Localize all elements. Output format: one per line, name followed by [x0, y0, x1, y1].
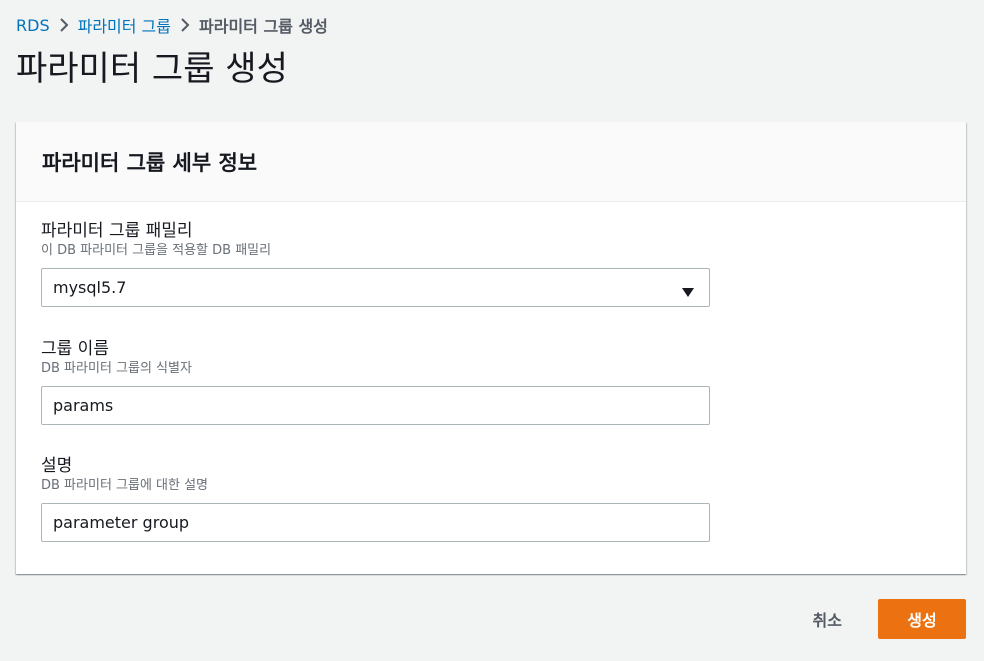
description-input[interactable] — [41, 503, 710, 542]
form-actions: 취소 생성 — [795, 599, 966, 639]
family-field: 파라미터 그룹 패밀리 이 DB 파라미터 그룹을 적용할 DB 패밀리 mys… — [41, 220, 710, 307]
create-button[interactable]: 생성 — [878, 599, 966, 639]
family-select-value: mysql5.7 — [53, 278, 127, 297]
family-label: 파라미터 그룹 패밀리 — [41, 221, 193, 241]
group-name-description: DB 파라미터 그룹의 식별자 — [41, 361, 192, 376]
cancel-button[interactable]: 취소 — [795, 600, 860, 639]
breadcrumb-link-rds[interactable]: RDS — [16, 16, 50, 35]
page-title: 파라미터 그룹 생성 — [16, 49, 288, 89]
group-name-input[interactable] — [41, 386, 710, 425]
description-field: 설명 DB 파라미터 그룹에 대한 설명 — [41, 455, 710, 542]
breadcrumb-current: 파라미터 그룹 생성 — [199, 17, 328, 36]
family-select[interactable]: mysql5.7 — [41, 268, 710, 307]
description-label: 설명 — [41, 456, 73, 476]
chevron-right-icon — [50, 17, 78, 33]
description-description: DB 파라미터 그룹에 대한 설명 — [41, 478, 209, 493]
breadcrumb-link-parameter-groups[interactable]: 파라미터 그룹 — [78, 13, 171, 37]
caret-down-icon — [682, 283, 694, 302]
parameter-group-details-panel: 파라미터 그룹 세부 정보 파라미터 그룹 패밀리 이 DB 파라미터 그룹을 … — [16, 122, 966, 574]
group-name-label: 그룹 이름 — [41, 339, 109, 359]
chevron-right-icon — [171, 17, 199, 33]
group-name-field: 그룹 이름 DB 파라미터 그룹의 식별자 — [41, 338, 710, 425]
breadcrumb: RDS 파라미터 그룹 파라미터 그룹 생성 — [16, 12, 328, 38]
family-description: 이 DB 파라미터 그룹을 적용할 DB 패밀리 — [41, 243, 272, 258]
panel-header: 파라미터 그룹 세부 정보 — [16, 122, 966, 202]
panel-title: 파라미터 그룹 세부 정보 — [42, 150, 258, 175]
